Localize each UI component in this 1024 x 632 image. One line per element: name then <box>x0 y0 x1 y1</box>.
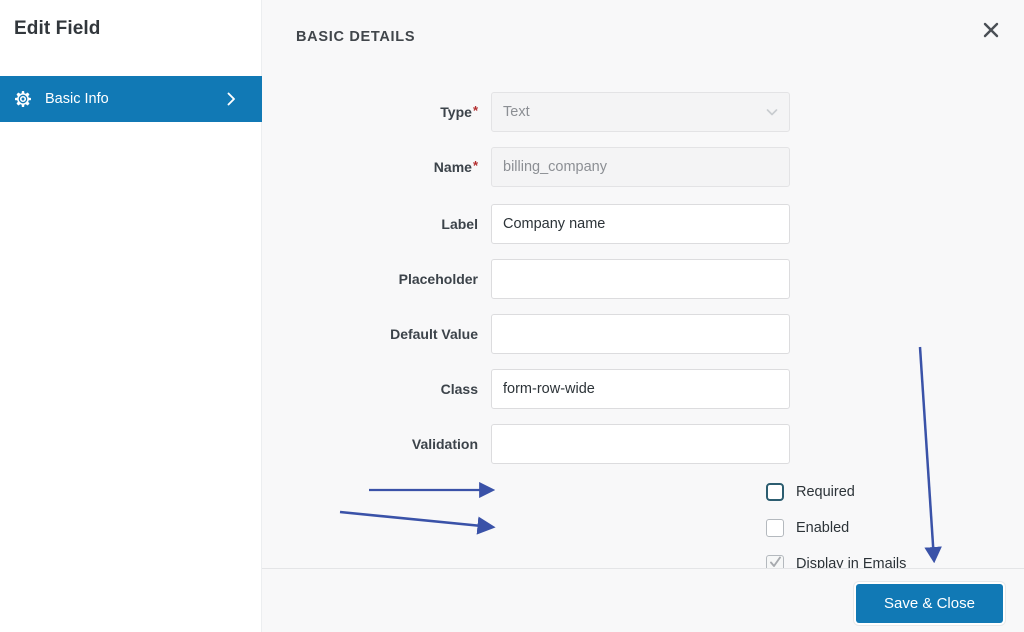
form-row-validation: Validation <box>262 422 1024 466</box>
form-label-class: Class <box>440 381 478 397</box>
form-label-type: Type* <box>440 103 478 120</box>
sidebar-item-basic-info[interactable]: Basic Info <box>0 76 262 122</box>
checkbox-row-required[interactable]: Required <box>766 481 855 503</box>
form-row-name: Name* <box>262 145 1024 189</box>
form-label-validation: Validation <box>411 436 478 452</box>
placeholder-field[interactable] <box>491 259 790 299</box>
form-label-default-value: Default Value <box>390 326 478 342</box>
checkbox-row-enabled[interactable]: Enabled <box>766 517 849 539</box>
sidebar-item-label: Basic Info <box>45 91 109 107</box>
edit-field-modal: Edit Field Basic Info BASIC DETAILS Type… <box>0 0 1024 632</box>
required-asterisk: * <box>472 103 478 118</box>
save-and-close-button[interactable]: Save & Close <box>856 584 1003 623</box>
form-row-type: Type* <box>262 90 1024 134</box>
checkbox-label-display-in-emails: Display in Emails <box>796 556 907 568</box>
modal-footer: Save & Close <box>262 568 1024 632</box>
form-row-default-value: Default Value <box>262 312 1024 356</box>
type-select[interactable] <box>491 92 790 132</box>
checkbox-label-required: Required <box>796 484 855 500</box>
close-icon[interactable] <box>975 14 1007 46</box>
gear-icon <box>14 90 32 108</box>
form-body: Type* Name* <box>262 66 1024 568</box>
validation-field[interactable] <box>491 424 790 464</box>
form-label-placeholder: Placeholder <box>398 271 478 287</box>
type-select-wrapper[interactable] <box>491 92 790 132</box>
enabled-checkbox[interactable] <box>766 519 784 537</box>
panel-heading: BASIC DETAILS <box>296 29 416 45</box>
form-row-class: Class <box>262 367 1024 411</box>
sidebar: Edit Field Basic Info <box>0 0 262 632</box>
basic-details-panel: BASIC DETAILS Type* Text Name* billing_c… <box>262 0 1024 632</box>
form-row-placeholder: Placeholder <box>262 257 1024 301</box>
default-value-field[interactable] <box>491 314 790 354</box>
required-asterisk: * <box>472 158 478 173</box>
display-in-emails-checkbox[interactable] <box>766 555 784 568</box>
check-tick-icon <box>770 556 781 568</box>
form-row-label: Label <box>262 202 1024 246</box>
checkbox-label-enabled: Enabled <box>796 520 850 536</box>
form-label-label: Label <box>441 216 478 232</box>
label-field[interactable] <box>491 204 790 244</box>
chevron-right-icon <box>224 91 238 107</box>
checkbox-row-display-in-emails[interactable]: Display in Emails <box>766 553 906 568</box>
sidebar-nav: Basic Info <box>0 76 262 122</box>
required-checkbox[interactable] <box>766 483 784 501</box>
page-title: Edit Field <box>14 18 101 39</box>
class-field[interactable] <box>491 369 790 409</box>
name-field[interactable] <box>491 147 790 187</box>
form-label-name: Name* <box>433 158 478 175</box>
